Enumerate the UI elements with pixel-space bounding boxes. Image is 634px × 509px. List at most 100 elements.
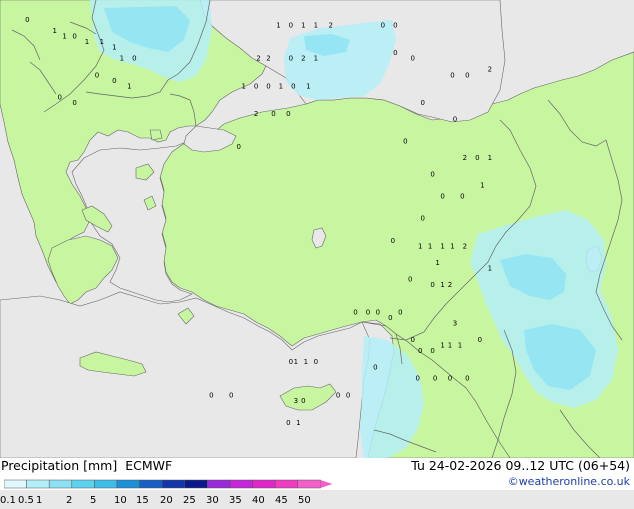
map-value-label: 0 <box>236 143 240 151</box>
map-value-label: 1 <box>301 22 305 30</box>
map-value-label: 0 <box>430 347 434 355</box>
map-value-label: 0 <box>229 391 233 399</box>
map-value-label: 1 <box>241 82 245 90</box>
map-value-label: 2 <box>448 281 452 289</box>
map-value-label: 1 <box>276 22 280 30</box>
map-value-label: 1 <box>480 182 484 190</box>
map-value-label: 1 <box>100 38 104 46</box>
map-value-label: 0 <box>420 215 424 223</box>
map-value-label: 0 <box>271 110 275 118</box>
forecast-datetime: Tu 24-02-2026 09..12 UTC (06+54) <box>411 458 630 473</box>
map-value-label: 0 <box>398 309 402 317</box>
map-value-label: 1 <box>440 242 444 250</box>
colorbar-label: 2 <box>66 495 73 506</box>
map-value-label: 1 <box>294 358 298 366</box>
map-value-label: 0 <box>209 391 213 399</box>
map-canvas: 011 01 111 0001001 0 1 1 22 2 0 2 11 0 0 1 0 12 0 000 0000 0… <box>0 0 634 458</box>
map-value-label: 1 <box>296 419 300 427</box>
colorbar-label: 35 <box>229 495 242 506</box>
map-value-label: 1 <box>127 82 131 90</box>
colorbar-swatch <box>274 479 299 489</box>
colorbar-swatch <box>207 479 231 489</box>
map-value-label: 0 <box>450 71 454 79</box>
map-value-label: 0 <box>266 82 270 90</box>
map-value-label: 1 <box>488 264 492 272</box>
map-value-label: 0 <box>415 375 419 383</box>
colorbar-swatch <box>94 479 118 489</box>
colorbar-swatch <box>161 479 186 489</box>
map-value-label: 2 <box>488 66 492 74</box>
colorbar-swatch <box>139 479 163 489</box>
lemnos-island <box>149 129 163 141</box>
map-value-label: 0 <box>381 22 385 30</box>
map-value-label: 1 <box>304 358 308 366</box>
colorbar-swatch <box>297 479 321 489</box>
map-value-label: 1 <box>458 342 462 350</box>
map-value-label: 0 <box>465 375 469 383</box>
colorbar-label: 15 <box>136 495 149 506</box>
colorbar-swatch <box>71 479 95 489</box>
map-value-label: 3 <box>294 397 298 405</box>
colorbar-label: 10 <box>114 495 127 506</box>
colorbar-label: 25 <box>183 495 196 506</box>
map-value-label: 0 <box>286 110 290 118</box>
map-value-label: 0 <box>433 375 437 383</box>
map-value-label: 0 <box>448 375 452 383</box>
map-value-label: 0 <box>475 154 479 162</box>
map-value-label: 0 <box>410 336 414 344</box>
colorbar-swatch <box>26 479 50 489</box>
map-value-label: 1 <box>448 342 452 350</box>
colorbar-swatch <box>184 479 208 489</box>
map-value-label: 0 <box>95 71 99 79</box>
map-value-label: 0 <box>112 77 116 85</box>
map-value-label: 0 <box>376 309 380 317</box>
map-value-label: 1 <box>488 154 492 162</box>
colorbar-swatch <box>48 479 73 489</box>
map-value-label: 0 <box>373 364 377 372</box>
map-value-label: 0 <box>430 281 434 289</box>
map-value-label: 1 <box>418 242 422 250</box>
map-value-label: 1 <box>85 38 89 46</box>
map-value-label: 0 <box>388 314 392 322</box>
map-value-label: 0 <box>314 358 318 366</box>
map-value-label: 2 <box>256 55 260 63</box>
map-value-label: 1 <box>52 27 56 35</box>
map-value-label: 0 <box>57 93 61 101</box>
colorbar-label: 0.5 <box>18 495 34 506</box>
colorbar-label: 30 <box>206 495 219 506</box>
map-value-label: 3 <box>453 320 457 328</box>
map-value-label: 0 <box>301 397 305 405</box>
map-value-label: 0 <box>393 49 397 57</box>
map-value-label: 0 <box>289 358 293 366</box>
map-title: Precipitation [mm] <box>1 458 118 473</box>
map-value-label: 0 <box>460 193 464 201</box>
footer-title-group: Precipitation [mm] ECMWF <box>1 458 176 473</box>
map-value-label: 1 <box>306 82 310 90</box>
map-value-label: 0 <box>478 336 482 344</box>
map-value-label: 0 <box>403 138 407 146</box>
map-value-label: 2 <box>301 55 305 63</box>
colorbar-label: 1 <box>36 495 43 506</box>
colorbar-swatch <box>3 479 27 489</box>
colorbar-swatch <box>252 479 276 489</box>
colorbar-swatch <box>116 479 140 489</box>
colorbar-overflow-arrow <box>320 480 333 488</box>
map-value-label: 1 <box>314 55 318 63</box>
map-value-label: 0 <box>430 171 434 179</box>
map-value-label: 0 <box>453 115 457 123</box>
map-value-label: 1 <box>112 44 116 52</box>
map-value-label: 1 <box>440 281 444 289</box>
map-value-label: 0 <box>254 82 258 90</box>
map-value-label: 1 <box>279 82 283 90</box>
map-value-label: 0 <box>420 99 424 107</box>
map-value-label: 0 <box>336 391 340 399</box>
map-value-label: 0 <box>410 55 414 63</box>
map-value-label: 0 <box>72 33 76 41</box>
map-value-label: 0 <box>289 22 293 30</box>
precipitation-colorbar: 0.1 0.5 1 2 5 10 15 20 25 30 35 40 45 50 <box>0 474 334 506</box>
map-value-label: 1 <box>440 342 444 350</box>
map-value-label: 2 <box>463 242 467 250</box>
map-value-label: 1 <box>428 242 432 250</box>
map-value-label: 1 <box>314 22 318 30</box>
map-value-label: 0 <box>25 16 29 24</box>
